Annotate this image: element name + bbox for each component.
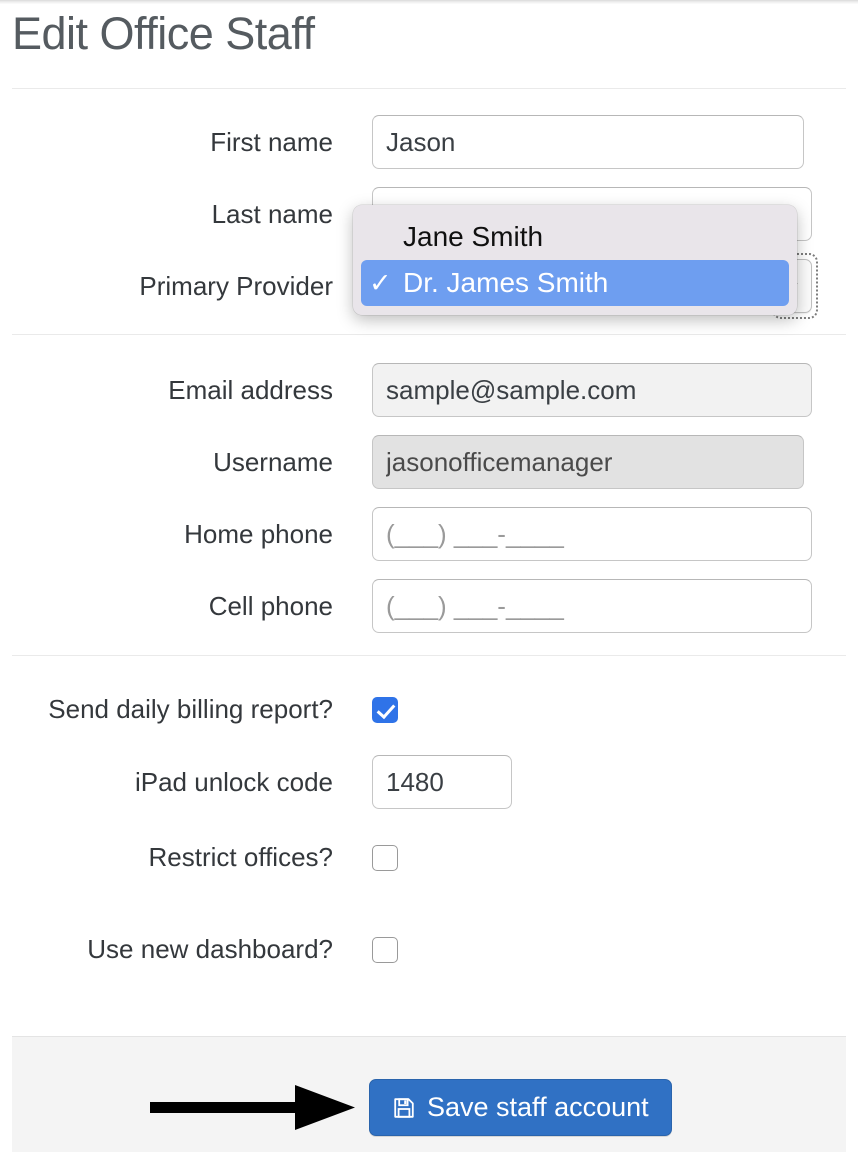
form-row-cell-phone: Cell phone — [0, 579, 858, 633]
label-use-new-dashboard: Use new dashboard? — [87, 934, 333, 964]
label-home-phone: Home phone — [184, 518, 333, 549]
label-email-address: Email address — [168, 374, 333, 405]
save-staff-account-label: Save staff account — [427, 1092, 649, 1122]
check-icon: ✓ — [369, 267, 392, 298]
first-name-input[interactable] — [372, 115, 804, 169]
form-row-ipad-unlock-code: iPad unlock code — [0, 755, 858, 809]
page-title: Edit Office Staff — [12, 8, 315, 59]
home-phone-control — [372, 507, 812, 561]
send-daily-billing-report-control — [372, 696, 398, 723]
form-row-use-new-dashboard: Use new dashboard? — [0, 934, 858, 965]
form-row-first-name: First name — [0, 115, 858, 169]
ipad-unlock-code-control — [372, 755, 512, 809]
form-row-send-daily-billing-report: Send daily billing report? — [0, 694, 858, 725]
cell-phone-input[interactable] — [372, 579, 812, 633]
dropdown-option-label: Jane Smith — [403, 221, 544, 252]
primary-provider-dropdown-popup[interactable]: Jane Smith ✓ Dr. James Smith — [353, 205, 797, 315]
label-cell-phone: Cell phone — [208, 590, 333, 621]
dropdown-option-dr-james-smith[interactable]: ✓ Dr. James Smith — [361, 260, 789, 306]
form-row-home-phone: Home phone — [0, 507, 858, 561]
label-ipad-unlock-code: iPad unlock code — [134, 766, 333, 797]
restrict-offices-checkbox[interactable] — [372, 844, 398, 871]
use-new-dashboard-checkbox[interactable] — [372, 936, 398, 963]
label-restrict-offices: Restrict offices? — [148, 842, 333, 872]
form-row-restrict-offices: Restrict offices? — [0, 842, 858, 873]
save-floppy-icon — [394, 1097, 414, 1118]
label-send-daily-billing-report: Send daily billing report? — [48, 694, 333, 724]
email-address-control — [372, 363, 812, 417]
edit-office-staff-page: Edit Office Staff First name Last name P… — [0, 0, 858, 1152]
form-footer: Save staff account — [12, 1036, 846, 1152]
dropdown-option-label: Dr. James Smith — [403, 267, 609, 298]
scroll-top-edge — [0, 0, 858, 4]
send-daily-billing-report-checkbox[interactable] — [372, 696, 398, 723]
email-address-input[interactable] — [372, 363, 812, 417]
use-new-dashboard-control — [372, 936, 398, 963]
first-name-control — [372, 115, 804, 169]
restrict-offices-control — [372, 844, 398, 871]
label-username: Username — [213, 446, 333, 477]
username-control — [372, 435, 804, 489]
form-row-username: Username — [0, 435, 858, 489]
section-divider-contact — [12, 334, 846, 335]
home-phone-input[interactable] — [372, 507, 812, 561]
dropdown-option-jane-smith[interactable]: Jane Smith — [361, 214, 789, 260]
label-last-name: Last name — [211, 198, 333, 229]
save-staff-account-button[interactable]: Save staff account — [369, 1079, 672, 1136]
section-divider-top — [12, 88, 846, 89]
label-primary-provider: Primary Provider — [139, 270, 333, 301]
label-first-name: First name — [210, 126, 333, 157]
ipad-unlock-code-input[interactable] — [372, 755, 512, 809]
username-input[interactable] — [372, 435, 804, 489]
cell-phone-control — [372, 579, 812, 633]
form-row-email-address: Email address — [0, 363, 858, 417]
section-divider-options — [12, 655, 846, 656]
